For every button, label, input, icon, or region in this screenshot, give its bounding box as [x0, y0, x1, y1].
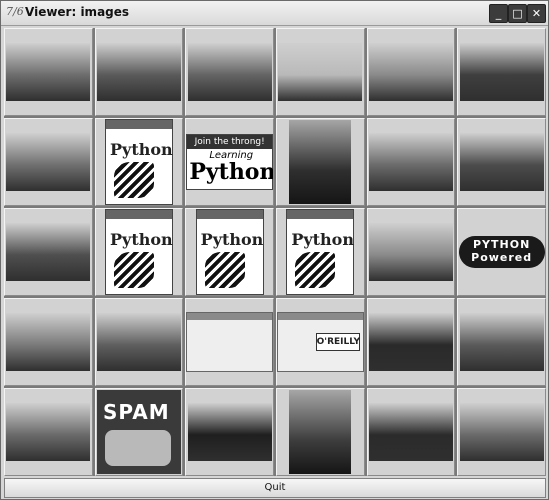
learning-title: Python	[189, 159, 274, 185]
thumbnail-button[interactable]	[275, 388, 365, 476]
thumb-beach-birds	[278, 43, 363, 101]
thumb-clock-tower	[289, 120, 352, 204]
thumb-python-book-3: Python	[195, 209, 264, 295]
thumb-python-book-4: Python	[286, 209, 355, 295]
thumbnail-button[interactable]	[94, 28, 184, 116]
thumbnail-grid: Python Join the throng! Learning Python Pyth…	[4, 28, 546, 476]
thumbnail-button[interactable]	[185, 28, 274, 116]
thumb-spam-can: SPAM	[96, 390, 181, 474]
thumbnail-button[interactable]	[366, 118, 456, 206]
snake-illustration	[113, 162, 154, 198]
oreilly-banner: O'REILLY	[315, 333, 360, 351]
thumbnail-button[interactable]	[275, 28, 365, 116]
thumbnail-button[interactable]: Python	[275, 208, 365, 296]
thumb-sunset-dark	[459, 43, 544, 101]
thumb-python-book-2: Python	[104, 209, 173, 295]
thumb-mountain-valley	[6, 133, 91, 191]
snake-illustration	[295, 252, 336, 288]
thumb-laptop-device	[368, 403, 453, 461]
thumb-python-book-1: Python	[104, 119, 173, 205]
thumbnail-button[interactable]	[366, 298, 456, 386]
snake-illustration	[204, 252, 245, 288]
thumbnail-button[interactable]	[4, 118, 93, 206]
thumb-snowy-mountains	[96, 313, 181, 371]
thumbnail-button[interactable]: Python	[94, 208, 184, 296]
book-title: Python	[109, 230, 173, 249]
thumb-bird-nest	[6, 223, 91, 281]
book-title: Python	[109, 140, 173, 159]
thumb-tropical-beach	[368, 223, 453, 281]
thumbnail-button[interactable]: Python	[185, 208, 274, 296]
thumb-python-powered: PYTHON Powered	[458, 236, 545, 268]
thumbnail-button[interactable]	[457, 388, 546, 476]
thumb-rocky-slope	[6, 313, 91, 371]
book-band	[287, 210, 354, 219]
browser-toolbar	[277, 313, 363, 320]
maximize-button[interactable]: □	[508, 4, 527, 23]
thumb-night-cathedral	[368, 313, 453, 371]
app-icon: 7/6	[6, 5, 24, 18]
thumb-penguin	[459, 403, 544, 461]
thumb-pda-hand	[289, 390, 352, 474]
learning-tagline: Join the throng!	[187, 135, 272, 149]
browser-toolbar	[187, 313, 272, 320]
spam-label: SPAM	[102, 400, 170, 424]
spam-can	[104, 430, 171, 466]
thumbnail-button[interactable]	[185, 298, 274, 386]
thumbnail-button[interactable]: Join the throng! Learning Python	[185, 118, 274, 206]
window-title: Viewer: images	[25, 5, 130, 19]
thumb-sunset-sea	[368, 43, 453, 101]
thumbnail-button[interactable]	[457, 298, 546, 386]
title-bar[interactable]: 7/6 Viewer: images _ □ ✕	[1, 1, 548, 26]
thumb-cathedral	[187, 43, 272, 101]
thumbnail-button[interactable]: Python	[94, 118, 184, 206]
minimize-button[interactable]: _	[489, 4, 508, 23]
close-button[interactable]: ✕	[527, 4, 546, 23]
thumb-learning-python: Join the throng! Learning Python	[186, 134, 273, 190]
thumbnail-button[interactable]	[4, 298, 93, 386]
book-band	[105, 120, 172, 129]
thumb-palace	[6, 403, 91, 461]
book-band	[196, 210, 263, 219]
thumbnail-button[interactable]	[366, 208, 456, 296]
thumbnail-button[interactable]	[185, 388, 274, 476]
book-title: Python	[200, 230, 264, 249]
thumb-web-page	[186, 312, 273, 372]
thumbnail-button[interactable]: PYTHON Powered	[457, 208, 546, 296]
quit-button[interactable]: Quit	[4, 478, 546, 498]
thumb-oreilly-page: O'REILLY	[276, 312, 364, 372]
thumbnail-button[interactable]: SPAM	[94, 388, 184, 476]
thumb-castle-2	[96, 43, 181, 101]
thumbnail-button[interactable]	[457, 118, 546, 206]
viewer-window: 7/6 Viewer: images _ □ ✕ Python Join the …	[0, 0, 549, 500]
thumb-marina	[459, 313, 544, 371]
thumb-castle-1	[6, 43, 91, 101]
logo-line-2: Powered	[471, 251, 533, 264]
thumbnail-button[interactable]	[94, 298, 184, 386]
thumbnail-button[interactable]	[4, 208, 93, 296]
logo-line-1: PYTHON	[473, 238, 531, 251]
thumb-street-buildings	[459, 133, 544, 191]
book-band	[105, 210, 172, 219]
thumbnail-button[interactable]	[275, 118, 365, 206]
thumbnail-button[interactable]	[4, 28, 93, 116]
thumb-night-skyline	[187, 403, 272, 461]
thumbnail-button[interactable]	[366, 388, 456, 476]
thumbnail-button[interactable]	[457, 28, 546, 116]
thumbnail-button[interactable]	[4, 388, 93, 476]
snake-illustration	[113, 252, 154, 288]
book-title: Python	[291, 230, 354, 249]
thumbnail-button[interactable]: O'REILLY	[275, 298, 365, 386]
thumb-park-trees	[368, 133, 453, 191]
thumbnail-button[interactable]	[366, 28, 456, 116]
